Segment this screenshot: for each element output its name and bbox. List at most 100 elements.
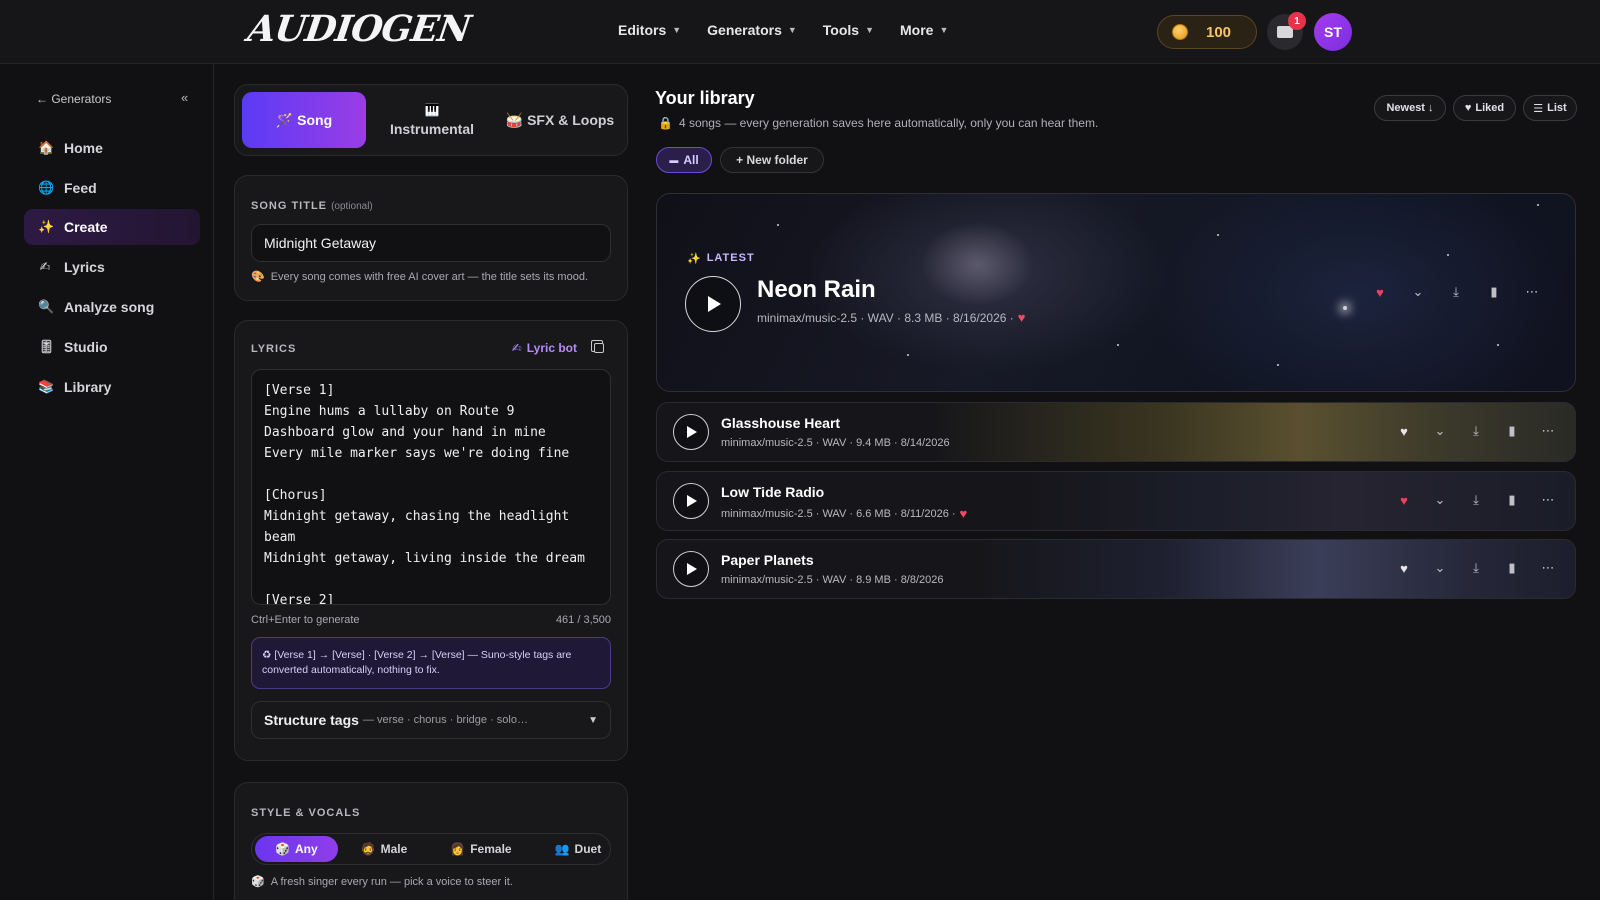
nav-generators[interactable]: Generators ▼ bbox=[707, 22, 797, 38]
song-row[interactable]: Low Tide Radio minimax/music-2.5 · WAV ·… bbox=[656, 471, 1576, 531]
song-title-input[interactable] bbox=[251, 224, 611, 262]
liked-filter-button[interactable]: ♥ Liked bbox=[1453, 95, 1516, 121]
star-decoration bbox=[777, 224, 779, 226]
list-view-button[interactable]: ☰ List bbox=[1523, 95, 1577, 121]
dice-icon: 🎲 bbox=[275, 842, 290, 856]
song-title: Paper Planets bbox=[721, 552, 814, 568]
tab-sfx-loops-label: SFX & Loops bbox=[527, 112, 615, 128]
play-icon bbox=[687, 495, 697, 507]
sidebar-item-studio[interactable]: 🎚 Studio bbox=[24, 329, 200, 365]
chevron-down-icon[interactable]: ⌄ bbox=[1433, 492, 1447, 508]
generator-type-tabs: 🪄 Song 🎹 Instrumental 🥁 SFX & Loops bbox=[234, 84, 628, 156]
star-decoration bbox=[907, 354, 909, 356]
sidebar-item-home[interactable]: 🏠 Home bbox=[24, 130, 200, 166]
tag-conversion-notice: ♻ [Verse 1] → [Verse] · [Verse 2] → [Ver… bbox=[251, 637, 611, 689]
latest-song-card[interactable]: ✨ LATEST Neon Rain minimax/music-2.5 · WA… bbox=[656, 193, 1576, 392]
dice-icon: 🎲 bbox=[251, 876, 265, 888]
trash-icon[interactable]: ▮ bbox=[1505, 492, 1519, 508]
chevron-down-icon[interactable]: ⌄ bbox=[1411, 284, 1425, 300]
sidebar-item-feed[interactable]: 🌐 Feed bbox=[24, 170, 200, 206]
collapse-sidebar-button[interactable]: « bbox=[181, 90, 188, 105]
nav-editors[interactable]: Editors ▼ bbox=[618, 22, 681, 38]
more-options-icon[interactable]: ⋯ bbox=[1541, 560, 1555, 576]
download-icon[interactable]: ⤓ bbox=[1449, 284, 1463, 300]
sidebar-item-analyze-song[interactable]: 🔍 Analyze song bbox=[24, 289, 200, 325]
play-button[interactable] bbox=[673, 551, 709, 587]
lyric-bot-button[interactable]: ✍ Lyric bot bbox=[512, 341, 577, 355]
play-button[interactable] bbox=[673, 414, 709, 450]
latest-label: LATEST bbox=[706, 252, 755, 264]
voice-duet[interactable]: 👥 Duet bbox=[535, 836, 622, 862]
trash-icon[interactable]: ▮ bbox=[1505, 423, 1519, 439]
song-actions: ♥ ⌄ ⤓ ▮ ⋯ bbox=[1397, 560, 1555, 576]
app-logo[interactable]: AUDIOGEN bbox=[245, 8, 473, 50]
home-icon: 🏠 bbox=[38, 140, 55, 155]
star-decoration bbox=[1343, 306, 1347, 310]
tab-instrumental[interactable]: 🎹 Instrumental bbox=[370, 92, 494, 148]
like-button[interactable]: ♥ bbox=[1397, 561, 1411, 576]
back-to-generators-link[interactable]: ← Generators bbox=[36, 92, 111, 106]
books-icon: 📚 bbox=[38, 379, 55, 394]
like-button[interactable]: ♥ bbox=[1397, 493, 1411, 508]
nav-tools[interactable]: Tools ▼ bbox=[823, 22, 874, 38]
copy-icon[interactable] bbox=[591, 340, 604, 353]
song-row[interactable]: Glasshouse Heart minimax/music-2.5 · WAV… bbox=[656, 402, 1576, 462]
list-label: List bbox=[1547, 102, 1567, 114]
more-options-icon[interactable]: ⋯ bbox=[1525, 284, 1539, 300]
song-title-label: SONG TITLE (optional) bbox=[251, 200, 373, 212]
like-button[interactable]: ♥ bbox=[1373, 285, 1387, 300]
voice-hint-text: A fresh singer every run — pick a voice … bbox=[270, 875, 513, 888]
chevron-down-icon[interactable]: ⌄ bbox=[1433, 560, 1447, 576]
song-title: Glasshouse Heart bbox=[721, 415, 841, 431]
voice-female[interactable]: 👩 Female bbox=[430, 836, 531, 862]
nav-more[interactable]: More ▼ bbox=[900, 22, 948, 38]
tab-sfx-loops[interactable]: 🥁 SFX & Loops bbox=[498, 92, 622, 148]
tab-instrumental-label: Instrumental bbox=[389, 121, 474, 137]
writing-hand-icon: ✍ bbox=[511, 341, 522, 355]
sidebar: ← Generators « 🏠 Home 🌐 Feed ✨ Create ✍ Lyri… bbox=[0, 64, 214, 900]
lyrics-textarea[interactable]: [Verse 1] Engine hums a lullaby on Route… bbox=[251, 369, 611, 605]
chevron-down-icon: ▼ bbox=[939, 25, 949, 35]
credits-button[interactable]: 100 bbox=[1157, 15, 1257, 49]
play-button[interactable] bbox=[673, 483, 709, 519]
sidebar-item-create[interactable]: ✨ Create bbox=[24, 209, 200, 245]
trash-icon[interactable]: ▮ bbox=[1487, 284, 1501, 300]
chevron-down-icon[interactable]: ⌄ bbox=[1433, 423, 1447, 439]
shortcut-hint: Ctrl+Enter to generate bbox=[251, 614, 360, 626]
sidebar-item-label: Lyrics bbox=[64, 259, 105, 275]
voice-any[interactable]: 🎲 Any bbox=[255, 836, 338, 862]
chevron-down-icon: ▼ bbox=[865, 25, 874, 35]
new-folder-button[interactable]: + New folder bbox=[720, 147, 824, 173]
star-decoration bbox=[1277, 364, 1279, 366]
star-decoration bbox=[1217, 234, 1219, 236]
download-icon[interactable]: ⤓ bbox=[1469, 423, 1483, 439]
song-title: Neon Rain bbox=[757, 276, 876, 303]
library-subtitle: 🔒 4 songs — every generation saves here a… bbox=[658, 116, 1098, 130]
more-options-icon[interactable]: ⋯ bbox=[1541, 492, 1555, 508]
play-button[interactable] bbox=[685, 276, 741, 332]
song-row[interactable]: Paper Planets minimax/music-2.5 · WAV · … bbox=[656, 539, 1576, 599]
structure-tags-dropdown[interactable]: Structure tags — verse · chorus · bridge… bbox=[251, 701, 611, 739]
more-options-icon[interactable]: ⋯ bbox=[1541, 423, 1555, 439]
wand-icon: 🪄 bbox=[275, 111, 294, 128]
structure-tags-summary: — verse · chorus · bridge · solo… bbox=[362, 714, 528, 726]
voice-male[interactable]: 🧔 Male bbox=[341, 836, 428, 862]
sidebar-item-library[interactable]: 📚 Library bbox=[24, 369, 200, 405]
lock-icon: 🔒 bbox=[658, 116, 673, 130]
voice-male-label: Male bbox=[380, 842, 408, 856]
sort-newest-button[interactable]: Newest ↓ bbox=[1374, 95, 1446, 121]
download-icon[interactable]: ⤓ bbox=[1469, 560, 1483, 576]
sidebar-item-lyrics[interactable]: ✍ Lyrics bbox=[24, 249, 200, 285]
song-meta-text: minimax/music-2.5 · WAV · 6.6 MB · 8/11/… bbox=[721, 507, 956, 520]
magnifier-icon: 🔍 bbox=[38, 299, 55, 314]
like-button[interactable]: ♥ bbox=[1397, 424, 1411, 439]
tab-song[interactable]: 🪄 Song bbox=[242, 92, 366, 148]
main-nav: Editors ▼ Generators ▼ Tools ▼ More ▼ bbox=[618, 22, 948, 38]
trash-icon[interactable]: ▮ bbox=[1505, 560, 1519, 576]
sparkles-icon: ✨ bbox=[687, 253, 702, 265]
chevron-down-icon: ▼ bbox=[672, 25, 682, 35]
library-title: Your library bbox=[655, 88, 755, 108]
download-icon[interactable]: ⤓ bbox=[1469, 492, 1483, 508]
filter-all-chip[interactable]: ▬ All bbox=[656, 147, 712, 173]
avatar[interactable]: ST bbox=[1314, 13, 1352, 51]
